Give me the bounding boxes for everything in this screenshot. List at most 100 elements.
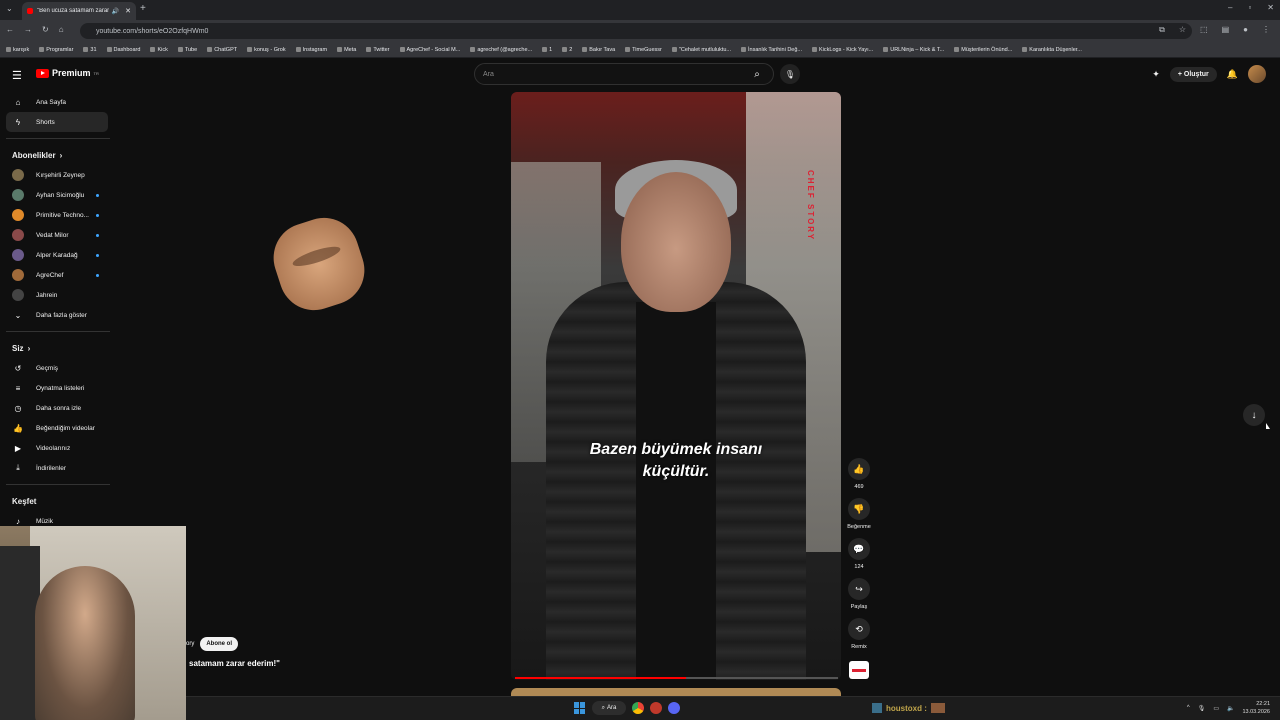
you-heading[interactable]: Siz › <box>0 338 116 358</box>
taskbar-search[interactable]: ⌕ Ara <box>592 701 626 715</box>
account-avatar[interactable] <box>1248 65 1266 83</box>
subscriptions-heading[interactable]: Abonelikler › <box>0 145 116 165</box>
minimize-icon[interactable]: – <box>1228 3 1232 12</box>
bookmark-item[interactable]: Bakır Tava <box>582 47 615 53</box>
sidebar-item[interactable]: ϟ Shorts <box>6 112 108 132</box>
bookmark-item[interactable]: Twitter <box>366 47 390 53</box>
sidebar-item[interactable]: 👍 Beğendiğim videolar <box>0 418 116 438</box>
bookmark-item[interactable]: Tube <box>177 47 197 53</box>
extensions-icon[interactable]: ⬚ <box>1200 25 1208 35</box>
chrome-app-icon[interactable] <box>632 702 644 714</box>
back-icon[interactable]: ← <box>6 25 14 34</box>
bookmark-item[interactable]: Kick <box>150 47 168 53</box>
profile-icon[interactable]: ● <box>1243 25 1248 35</box>
tray-network-icon[interactable]: ▭ <box>1213 705 1219 712</box>
new-content-dot <box>96 253 99 257</box>
search-input[interactable]: Ara <box>474 63 774 85</box>
tab-search-icon[interactable]: ⌄ <box>6 4 13 13</box>
bookmark-item[interactable]: Programlar <box>39 47 73 53</box>
video-progress-bar[interactable] <box>515 677 838 679</box>
bookmark-item[interactable]: KickLogs - Kick Yayı... <box>812 47 873 53</box>
close-window-icon[interactable]: ✕ <box>1267 3 1274 12</box>
show-more-button[interactable]: ⌄ Daha fazla göster <box>0 305 116 325</box>
tray-mic-icon[interactable]: 🎙 <box>1198 705 1206 712</box>
sidebar-item[interactable]: ⤓ İndirilenler <box>0 458 116 478</box>
sidebar-icon[interactable]: ▤ <box>1222 25 1230 35</box>
search-icon[interactable]: ⌕ <box>742 64 772 84</box>
sidebar-subscription[interactable]: Ayhan Sicimoğlu <box>0 185 116 205</box>
bookmark-item[interactable]: Müşterilerin Önünd... <box>954 47 1012 53</box>
tray-volume-icon[interactable]: 🔈 <box>1227 705 1234 712</box>
channel-name-fragment[interactable]: ory <box>186 641 194 647</box>
sound-thumbnail[interactable] <box>849 661 869 679</box>
app-icon-red[interactable] <box>650 702 662 714</box>
create-button[interactable]: + Oluştur <box>1169 66 1217 82</box>
dislike-label: Beğenme <box>847 524 871 530</box>
sidebar-subscription[interactable]: Alper Karadağ <box>0 245 116 265</box>
remix-icon[interactable]: ⟲ <box>848 618 870 640</box>
bookmark-item[interactable]: URLNinja – Kick & T... <box>883 47 944 53</box>
bookmark-item[interactable]: ChatGPT <box>207 47 237 53</box>
sidebar-subscription[interactable]: AgreChef <box>0 265 116 285</box>
audio-icon[interactable]: 🔊 <box>112 8 119 15</box>
tray-chevron-icon[interactable]: ^ <box>1187 705 1190 711</box>
bookmark-item[interactable]: "Cehalet mutluluktu... <box>671 47 731 53</box>
subscribe-button[interactable]: Abone ol <box>200 637 239 651</box>
bookmark-icon <box>954 47 960 52</box>
dislike-icon[interactable]: 👎 <box>848 498 870 520</box>
bookmark-item[interactable]: Karanlıkta Düşenler... <box>1022 47 1082 53</box>
microphone-icon[interactable]: 🎙 <box>780 64 800 84</box>
menu-icon[interactable]: ⋮ <box>1262 25 1270 35</box>
system-clock[interactable]: 22:21 13.03.2026 <box>1242 700 1270 716</box>
bookmark-label: KickLogs - Kick Yayı... <box>819 46 874 53</box>
bookmark-item[interactable]: 31 <box>83 47 97 53</box>
notifications-bell-icon[interactable]: 🔔 <box>1227 69 1238 80</box>
bookmark-icon <box>207 47 213 52</box>
sidebar-item[interactable]: ◷ Daha sonra izle <box>0 398 116 418</box>
youtube-logo[interactable]: Premium TR <box>36 68 99 78</box>
bookmark-item[interactable]: 1 <box>542 47 552 53</box>
gemini-icon[interactable]: ✦ <box>1152 69 1160 80</box>
next-short-arrow-icon[interactable]: ↓ <box>1243 404 1265 426</box>
sidebar-subscription[interactable]: Jahrein <box>0 285 116 305</box>
sidebar-item[interactable]: ≡ Oynatma listeleri <box>0 378 116 398</box>
sidebar-item[interactable]: ⌂ Ana Sayfa <box>0 92 116 112</box>
sidebar-subscription[interactable]: Vedat Milor <box>0 225 116 245</box>
floating-face-sticker <box>264 208 374 320</box>
sidebar-item[interactable]: ↺ Geçmiş <box>0 358 116 378</box>
bookmark-item[interactable]: Dashboard <box>106 47 140 53</box>
new-tab-button[interactable]: + <box>140 3 146 14</box>
like-icon[interactable]: 👍 <box>848 458 870 480</box>
hamburger-menu-icon[interactable]: ☰ <box>12 69 22 82</box>
bookmark-item[interactable]: konuş - Grok <box>247 47 286 53</box>
reload-icon[interactable]: ↻ <box>42 25 49 34</box>
sidebar-item[interactable]: ▶ Videolarınız <box>0 438 116 458</box>
explore-heading[interactable]: Keşfet <box>0 491 116 511</box>
bookmark-item[interactable]: agrechef (@agreche... <box>470 47 532 53</box>
sidebar-item-label: Daha sonra izle <box>36 404 82 412</box>
short-video-player[interactable]: CHEF STORY Bazen büyümek insanı küçültür… <box>511 92 841 680</box>
bookmark-item[interactable]: karışık <box>6 47 29 53</box>
install-icon[interactable]: ⧉ <box>1159 25 1165 35</box>
bookmark-item[interactable]: AgreChef - Social M... <box>399 47 460 53</box>
discord-app-icon[interactable] <box>668 702 680 714</box>
bookmark-star-icon[interactable]: ☆ <box>1179 25 1186 35</box>
browser-tab-active[interactable]: "Ben ucuza satamam zarar... 🔊 ✕ <box>22 2 136 20</box>
sidebar-subscription[interactable]: Kırşehirli Zeynep <box>0 165 116 185</box>
share-icon[interactable]: ↪ <box>848 578 870 600</box>
windows-start-icon[interactable] <box>574 702 586 714</box>
forward-icon[interactable]: → <box>24 25 32 34</box>
home-browser-icon[interactable]: ⌂ <box>59 25 64 34</box>
url-field[interactable]: youtube.com/shorts/eO2OzfqHWm0 <box>80 23 1192 39</box>
bookmark-item[interactable]: Meta <box>337 47 356 53</box>
bookmark-item[interactable]: İnsanlık Tarihini Değ... <box>740 47 802 53</box>
close-tab-icon[interactable]: ✕ <box>125 7 131 15</box>
next-short-preview[interactable] <box>511 688 841 696</box>
bookmark-icon <box>740 47 746 52</box>
bookmark-item[interactable]: Instagram <box>295 47 327 53</box>
maximize-icon[interactable]: ▫ <box>1248 3 1251 12</box>
sidebar-subscription[interactable]: Primitive Techno... <box>0 205 116 225</box>
bookmark-item[interactable]: TimeGuessr <box>625 47 662 53</box>
comment-icon[interactable]: 💬 <box>848 538 870 560</box>
bookmark-item[interactable]: 2 <box>562 47 572 53</box>
